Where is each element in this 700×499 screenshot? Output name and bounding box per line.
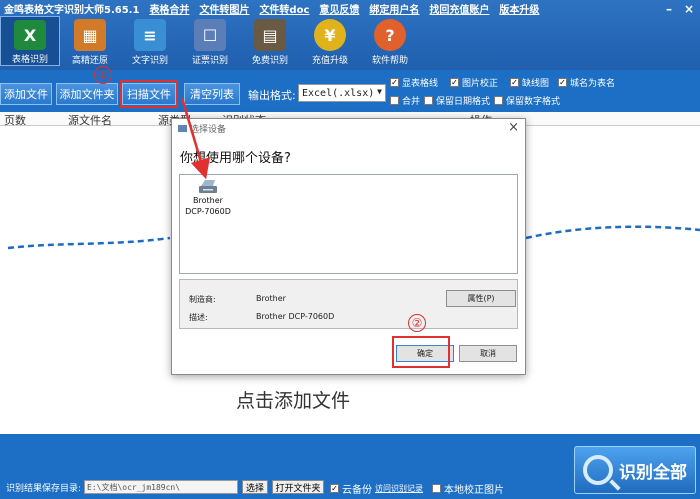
- recognize-all-button[interactable]: 识别全部: [574, 446, 696, 494]
- add-file-button[interactable]: 添加文件: [0, 83, 52, 105]
- open-folder-button[interactable]: 打开文件夹: [272, 480, 324, 494]
- tool-label: 软件帮助: [371, 56, 408, 66]
- excel-icon: X: [14, 20, 46, 50]
- checkbox-icon: [494, 96, 503, 105]
- device-item-brother[interactable]: Brother DCP-7060D: [183, 177, 233, 227]
- menu-table-merge[interactable]: 表格合并: [149, 1, 189, 16]
- dialog-question: 你想使用哪个设备?: [180, 151, 291, 166]
- option-image-correction[interactable]: ✓ 图片校正: [450, 76, 498, 89]
- tool-label: 充值升级: [311, 56, 348, 66]
- menu-upgrade[interactable]: 版本升级: [499, 1, 539, 16]
- properties-button[interactable]: 属性(P): [446, 290, 516, 307]
- tool-label: 免费识别: [251, 56, 288, 66]
- tool-label: 证票识别: [191, 56, 228, 66]
- scanner-icon: [199, 180, 217, 193]
- view-records-link[interactable]: 访问识别记录: [375, 483, 423, 494]
- select-device-dialog: 选择设备 × 你想使用哪个设备? Brother DCP-7060D 制造商: …: [171, 118, 526, 375]
- description-label: 描述:: [189, 313, 208, 322]
- add-folder-button[interactable]: 添加文件夹: [56, 83, 118, 105]
- device-name-line1: Brother: [193, 196, 223, 205]
- scanner-small-icon: [178, 125, 187, 132]
- menu-feedback[interactable]: 意见反馈: [319, 1, 359, 16]
- checkbox-icon: ✓: [390, 77, 399, 87]
- checkbox-icon: [390, 96, 399, 105]
- annotation-step-1: ①: [94, 66, 112, 84]
- tool-label: 高精还原: [71, 56, 108, 66]
- option-show-grid-lines[interactable]: ✓ 显表格线: [390, 76, 438, 89]
- option-missing-lines[interactable]: ✓ 缺线图: [510, 76, 549, 89]
- menu-recover-account[interactable]: 找回充值账户: [429, 1, 489, 16]
- id-card-icon: ☐: [194, 19, 226, 51]
- menu-file-to-image[interactable]: 文件转图片: [199, 1, 249, 16]
- checkbox-icon: ✓: [510, 77, 519, 87]
- magnifier-icon: [583, 455, 613, 485]
- tool-id-recognition[interactable]: ☐ 证票识别: [180, 16, 240, 66]
- annotation-step-2: ②: [408, 314, 426, 332]
- close-window-icon[interactable]: ×: [684, 2, 694, 16]
- chevron-down-icon: ▼: [377, 87, 382, 96]
- tool-help[interactable]: ? 软件帮助: [360, 16, 420, 66]
- format-select[interactable]: Excel(.xlsx) ▼: [298, 84, 386, 102]
- device-name-line2: DCP-7060D: [185, 207, 231, 216]
- checkbox-icon: [424, 96, 433, 105]
- save-dir-label: 识别结果保存目录:: [6, 484, 82, 494]
- help-icon: ?: [374, 19, 406, 51]
- checkbox-icon: ✓: [450, 77, 459, 87]
- document-icon: ≡: [134, 19, 166, 51]
- choose-dir-button[interactable]: 选择: [242, 480, 268, 494]
- close-icon[interactable]: ×: [508, 120, 519, 135]
- device-list: Brother DCP-7060D: [179, 174, 518, 274]
- add-file-hint[interactable]: 点击添加文件: [236, 386, 350, 413]
- option-keep-number-format[interactable]: 保留数字格式: [494, 94, 560, 107]
- window-controls: – ×: [666, 2, 694, 16]
- manufacturer-value: Brother: [256, 294, 286, 303]
- cancel-button[interactable]: 取消: [459, 345, 517, 362]
- description-value: Brother DCP-7060D: [256, 312, 335, 321]
- menu-bind-username[interactable]: 绑定用户名: [369, 1, 419, 16]
- option-cloud-backup[interactable]: ✓ 云备份 访问识别记录: [330, 481, 423, 496]
- app-title: 金鸣表格文字识别大师5.65.1: [4, 4, 140, 16]
- option-merge[interactable]: 合并: [390, 94, 420, 107]
- option-local-image-fix[interactable]: 本地校正图片: [432, 481, 504, 496]
- checkbox-icon: ✓: [558, 77, 567, 87]
- device-info-box: 制造商: Brother 描述: Brother DCP-7060D 属性(P): [179, 279, 518, 329]
- tool-high-precision[interactable]: ▦ 高精还原: [60, 16, 120, 66]
- option-name-as-sheet[interactable]: ✓ 城名为表名: [558, 76, 615, 89]
- tool-bar: X 表格识别 ▦ 高精还原 ≡ 文字识别 ☐ 证票识别 ▤ 免费识别 ¥ 充值升…: [0, 16, 420, 66]
- checkbox-icon: [432, 484, 441, 493]
- manufacturer-label: 制造商:: [189, 295, 216, 304]
- top-bar: 金鸣表格文字识别大师5.65.1 表格合并 文件转图片 文件转doc 意见反馈 …: [0, 0, 700, 70]
- dialog-title: 选择设备: [178, 122, 226, 135]
- save-dir-input[interactable]: E:\文档\ocr_jm189cn\: [84, 480, 238, 494]
- coin-icon: ¥: [314, 19, 346, 51]
- tool-recharge[interactable]: ¥ 充值升级: [300, 16, 360, 66]
- menu-file-to-doc[interactable]: 文件转doc: [259, 1, 309, 16]
- tool-table-recognition[interactable]: X 表格识别: [0, 16, 60, 66]
- menu-row: 金鸣表格文字识别大师5.65.1 表格合并 文件转图片 文件转doc 意见反馈 …: [4, 1, 539, 16]
- tool-text-recognition[interactable]: ≡ 文字识别: [120, 16, 180, 66]
- annotation-box-scan: [120, 80, 178, 108]
- bottom-bar: 识别结果保存目录: E:\文档\ocr_jm189cn\ 选择 打开文件夹 ✓ …: [0, 434, 700, 499]
- format-value: Excel(.xlsx): [302, 87, 375, 99]
- tool-label: 文字识别: [131, 56, 168, 66]
- book-icon: ▤: [254, 19, 286, 51]
- tool-label: 表格识别: [11, 55, 48, 65]
- checkbox-icon: ✓: [330, 483, 339, 493]
- tool-free-recognition[interactable]: ▤ 免费识别: [240, 16, 300, 66]
- minimize-icon[interactable]: –: [666, 2, 672, 16]
- grid-icon: ▦: [74, 19, 106, 51]
- annotation-box-ok: [392, 336, 450, 368]
- clear-list-button[interactable]: 清空列表: [184, 83, 240, 105]
- option-keep-date-format[interactable]: 保留日期格式: [424, 94, 490, 107]
- format-label: 输出格式:: [248, 89, 296, 102]
